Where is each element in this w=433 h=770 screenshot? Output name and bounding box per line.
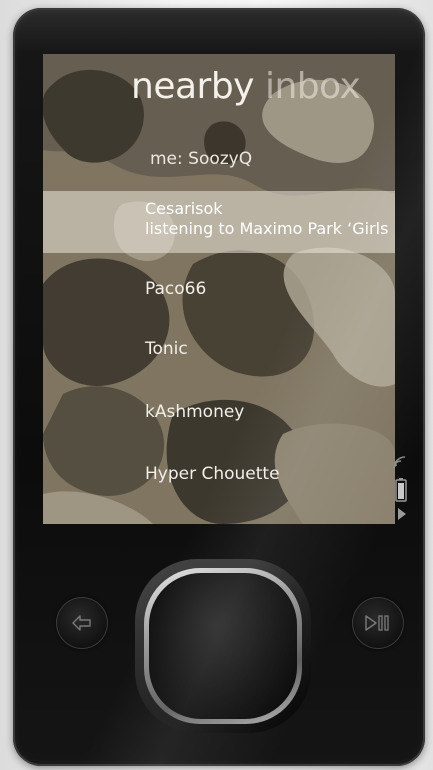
list-item[interactable]: Hyper Chouette (145, 464, 280, 484)
wireless-signal-icon (393, 456, 406, 469)
selected-friend-status: listening to Maximo Park ‘Girls (145, 219, 389, 238)
back-button[interactable] (56, 597, 108, 649)
zune-pad[interactable] (149, 573, 297, 719)
selected-friend-name: Cesarisok (145, 199, 223, 218)
me-label: me: SoozyQ (150, 149, 253, 169)
list-item-selected[interactable]: Cesarisok listening to Maximo Park ‘Girl… (43, 191, 395, 253)
camouflage-wallpaper (43, 54, 395, 524)
play-state-icon (398, 508, 406, 520)
title-nearby: nearby (131, 66, 254, 107)
play-pause-icon (365, 615, 389, 631)
list-item[interactable]: Paco66 (145, 279, 206, 299)
battery-icon (395, 478, 407, 502)
zune-device: nearby inbox me: SoozyQ Cesarisok listen… (13, 8, 425, 766)
back-arrow-icon (72, 615, 91, 631)
page-title: nearby inbox (131, 66, 361, 107)
title-inbox[interactable]: inbox (265, 66, 361, 107)
list-item[interactable]: kAshmoney (145, 402, 244, 422)
list-item[interactable]: Tonic (145, 339, 188, 359)
play-pause-button[interactable] (352, 597, 404, 649)
device-screen: nearby inbox me: SoozyQ Cesarisok listen… (43, 54, 395, 524)
